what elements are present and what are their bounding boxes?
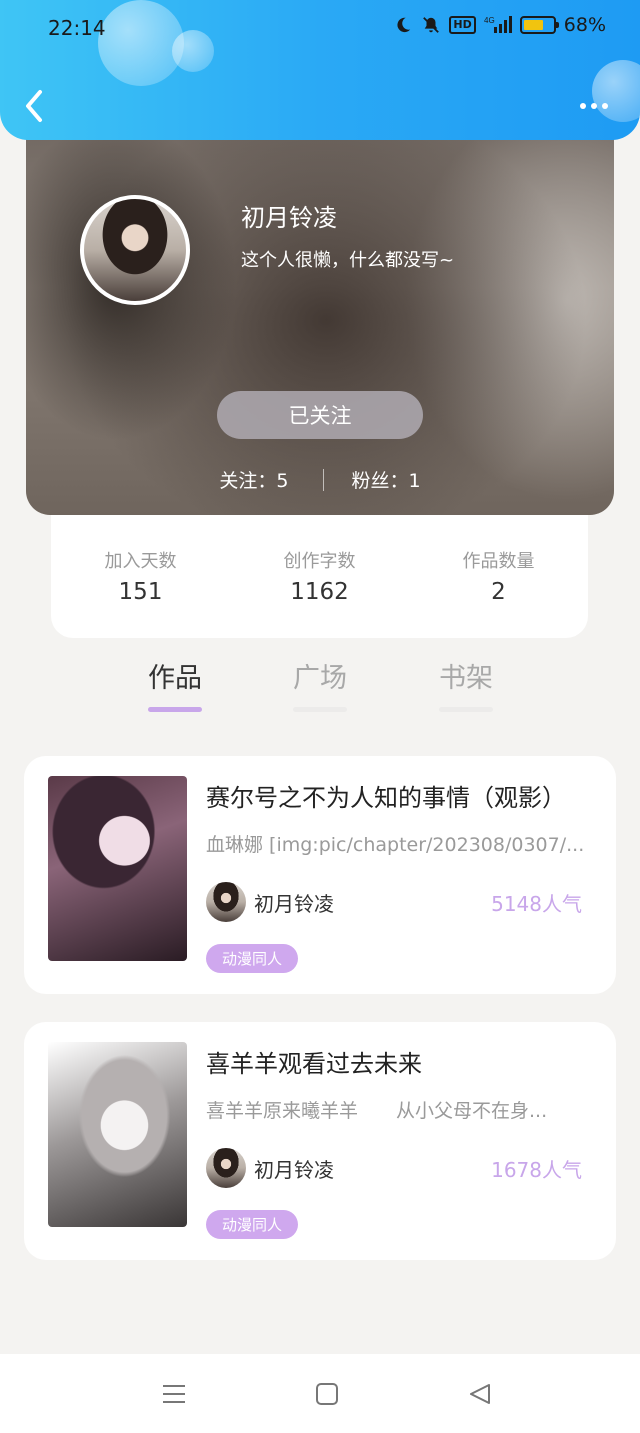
- tab-square[interactable]: 广场: [275, 656, 365, 712]
- decorative-bubble: [172, 30, 214, 72]
- moon-icon: [393, 15, 413, 35]
- tab-bookshelf[interactable]: 书架: [421, 656, 511, 712]
- top-header: 22:14 HD 4G 68%: [0, 0, 640, 140]
- hd-badge: HD: [449, 16, 476, 34]
- stats-card: 加入天数 151 创作字数 1162 作品数量 2: [51, 515, 588, 638]
- stat-join-days: 加入天数 151: [61, 547, 221, 638]
- square-icon: [316, 1383, 338, 1405]
- more-dots-icon: [580, 103, 586, 109]
- popularity-count: 5148人气: [491, 891, 582, 916]
- tab-label: 作品: [148, 663, 202, 694]
- category-tag[interactable]: 动漫同人: [206, 1210, 299, 1239]
- system-back-button[interactable]: [466, 1380, 494, 1408]
- stat-value: 2: [491, 579, 506, 605]
- tab-bar: 作品 广场 书架: [0, 656, 640, 726]
- decorative-bubble: [98, 0, 184, 86]
- popularity-count: 1678人气: [491, 1157, 582, 1182]
- more-dots-icon: [591, 103, 597, 109]
- chevron-left-icon: [26, 90, 42, 122]
- stat-label: 创作字数: [283, 551, 356, 572]
- profile-card: 初月铃凌 这个人很懒，什么都没写~ 已关注 关注：5 粉丝：1: [26, 100, 614, 515]
- work-description: 喜羊羊原来曦羊羊 从小父母不在身...: [206, 1100, 548, 1122]
- tab-label: 广场: [293, 663, 347, 694]
- followers-count[interactable]: 粉丝：1: [352, 466, 421, 493]
- stat-label: 加入天数: [104, 551, 177, 572]
- recent-apps-button[interactable]: [160, 1380, 188, 1408]
- work-title[interactable]: 赛尔号之不为人知的事情（观影）: [206, 778, 566, 813]
- svg-text:4G: 4G: [484, 16, 495, 25]
- status-icons: HD 4G 68%: [393, 14, 606, 36]
- tab-indicator: [293, 707, 347, 712]
- triangle-back-icon: [470, 1384, 490, 1404]
- author-row: 初月铃凌 5148人气: [206, 880, 582, 924]
- work-description: 血琳娜 [img:pic/chapter/202308/0307/...: [206, 834, 585, 856]
- status-time: 22:14: [48, 16, 106, 40]
- tab-indicator: [439, 707, 493, 712]
- more-button[interactable]: [574, 92, 614, 120]
- category-tag[interactable]: 动漫同人: [206, 944, 299, 973]
- work-title[interactable]: 喜羊羊观看过去未来: [206, 1044, 422, 1079]
- follow-stats: 关注：5 粉丝：1: [26, 466, 614, 493]
- battery-icon: [519, 16, 559, 34]
- avatar[interactable]: [80, 195, 190, 305]
- battery-percent: 68%: [563, 14, 606, 36]
- stat-word-count: 创作字数 1162: [240, 547, 400, 638]
- stat-value: 1162: [290, 579, 349, 605]
- username: 初月铃凌: [241, 204, 337, 232]
- stat-value: 151: [118, 579, 163, 605]
- tab-works[interactable]: 作品: [130, 656, 220, 712]
- tab-label: 书架: [439, 663, 493, 694]
- home-button[interactable]: [313, 1380, 341, 1408]
- stat-works-count: 作品数量 2: [419, 547, 579, 638]
- battery-fill: [523, 20, 543, 30]
- divider: [322, 468, 324, 491]
- book-cover[interactable]: [48, 1042, 187, 1227]
- work-card[interactable]: 赛尔号之不为人知的事情（观影） 血琳娜 [img:pic/chapter/202…: [24, 756, 616, 994]
- author-name[interactable]: 初月铃凌: [254, 1154, 334, 1183]
- tab-indicator: [148, 707, 202, 712]
- author-avatar[interactable]: [206, 882, 246, 922]
- more-dots-icon: [602, 103, 608, 109]
- back-button[interactable]: [20, 86, 50, 126]
- author-name[interactable]: 初月铃凌: [254, 888, 334, 917]
- system-nav-bar: [0, 1354, 640, 1433]
- follow-button[interactable]: 已关注: [217, 391, 423, 439]
- bell-muted-icon: [421, 15, 441, 35]
- author-row: 初月铃凌 1678人气: [206, 1146, 582, 1190]
- signal-icon: 4G: [484, 15, 512, 35]
- stat-label: 作品数量: [462, 551, 535, 572]
- book-cover[interactable]: [48, 776, 187, 961]
- bio: 这个人很懒，什么都没写~: [241, 250, 455, 271]
- work-card[interactable]: 喜羊羊观看过去未来 喜羊羊原来曦羊羊 从小父母不在身... 初月铃凌 1678人…: [24, 1022, 616, 1260]
- following-count[interactable]: 关注：5: [219, 466, 288, 493]
- author-avatar[interactable]: [206, 1148, 246, 1188]
- menu-icon: [163, 1385, 185, 1403]
